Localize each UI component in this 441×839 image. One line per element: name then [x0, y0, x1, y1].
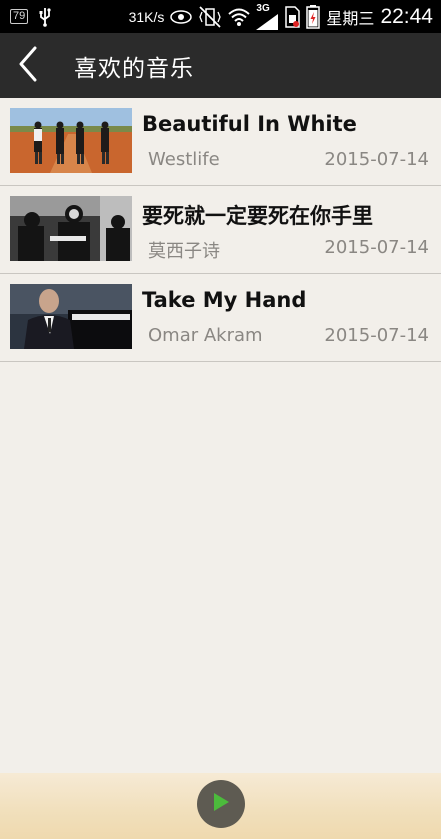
title-bar: 喜欢的音乐	[0, 33, 441, 98]
usb-icon	[38, 7, 52, 27]
wifi-icon	[228, 7, 251, 27]
album-art	[10, 108, 132, 173]
song-artist: Westlife	[148, 149, 220, 170]
sim-card-icon	[284, 5, 301, 28]
song-artist: Omar Akram	[148, 325, 263, 346]
song-row[interactable]: 要死就一定要死在你手里 莫西子诗 2015-07-14	[0, 186, 441, 274]
album-art	[10, 196, 132, 261]
song-date: 2015-07-14	[324, 149, 429, 170]
play-icon	[211, 791, 231, 817]
vibrate-off-icon	[198, 5, 222, 28]
play-button[interactable]	[197, 780, 245, 828]
song-artist: 莫西子诗	[148, 241, 220, 262]
battery-charging-icon	[306, 4, 321, 29]
chevron-left-icon	[17, 46, 39, 86]
eye-icon	[170, 9, 193, 24]
net-speed: 31K/s	[128, 8, 165, 25]
status-text: 星期三	[326, 10, 375, 28]
player-bar	[0, 773, 441, 839]
song-title: Beautiful In White	[142, 112, 357, 136]
notification-badge: 79	[10, 9, 29, 24]
song-title: Take My Hand	[142, 288, 307, 312]
album-art	[10, 284, 132, 349]
network-type: 3G	[256, 2, 270, 14]
page-title: 喜欢的音乐	[74, 55, 194, 82]
song-list: Beautiful In White Westlife 2015-07-14 要…	[0, 98, 441, 362]
back-button[interactable]	[0, 33, 56, 98]
song-date: 2015-07-14	[324, 237, 429, 258]
song-title: 要死就一定要死在你手里	[142, 204, 373, 228]
status-bar: 79 31K/s 3G 星期三 22:44	[0, 0, 441, 33]
signal-icon: 3G	[256, 2, 279, 30]
song-row[interactable]: Beautiful In White Westlife 2015-07-14	[0, 98, 441, 186]
clock: 22:44	[380, 4, 433, 28]
song-row[interactable]: Take My Hand Omar Akram 2015-07-14	[0, 274, 441, 362]
song-date: 2015-07-14	[324, 325, 429, 346]
